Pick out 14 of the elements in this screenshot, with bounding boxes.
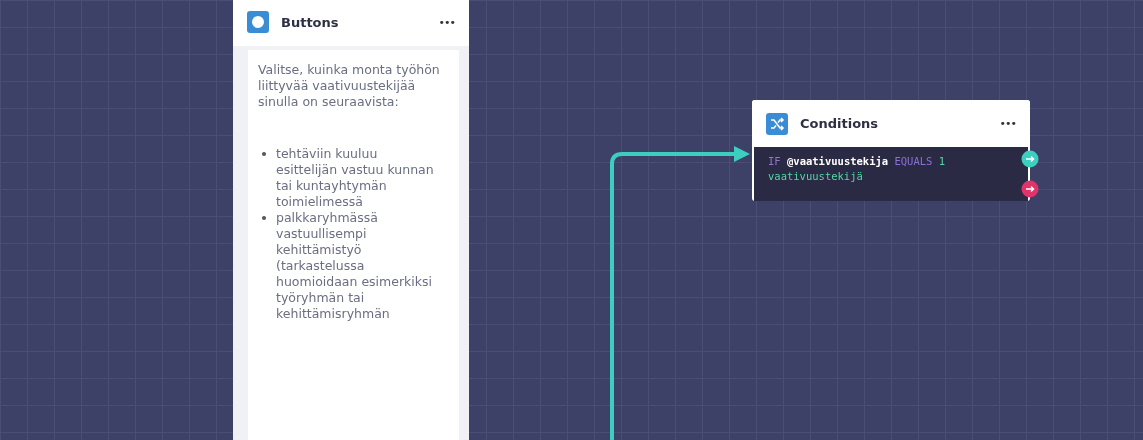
shuffle-icon xyxy=(766,112,788,135)
arrow-port-icon[interactable] xyxy=(1021,180,1039,198)
more-menu-button[interactable]: ••• xyxy=(438,15,455,29)
condition-code: IF @vaativuustekija EQUALS 1 vaativuustekijä xyxy=(754,147,1028,201)
bullet-icon xyxy=(262,152,266,156)
arrow-port-icon[interactable] xyxy=(1021,150,1039,168)
buttons-node[interactable] xyxy=(233,0,469,440)
more-menu-button[interactable]: ••• xyxy=(999,117,1016,130)
conditions-node[interactable]: Conditions ••• IF @vaativuustekija EQUALS 1 vaativuustekijä xyxy=(752,100,1030,201)
list-item-text: palkkaryhmässä vastuullisempi kehittämistyö (tarkastelussa huomioidaan esimerkiksi työryhmän tai kehittämisryhmän xyxy=(276,210,434,322)
node-title: Buttons xyxy=(281,14,340,30)
node-title: Conditions xyxy=(800,116,880,131)
bullet-icon xyxy=(262,216,266,220)
message-text: Valitse, kuinka monta työhön liittyvää vaativuustekijää sinulla on seuraavista: xyxy=(258,62,441,110)
